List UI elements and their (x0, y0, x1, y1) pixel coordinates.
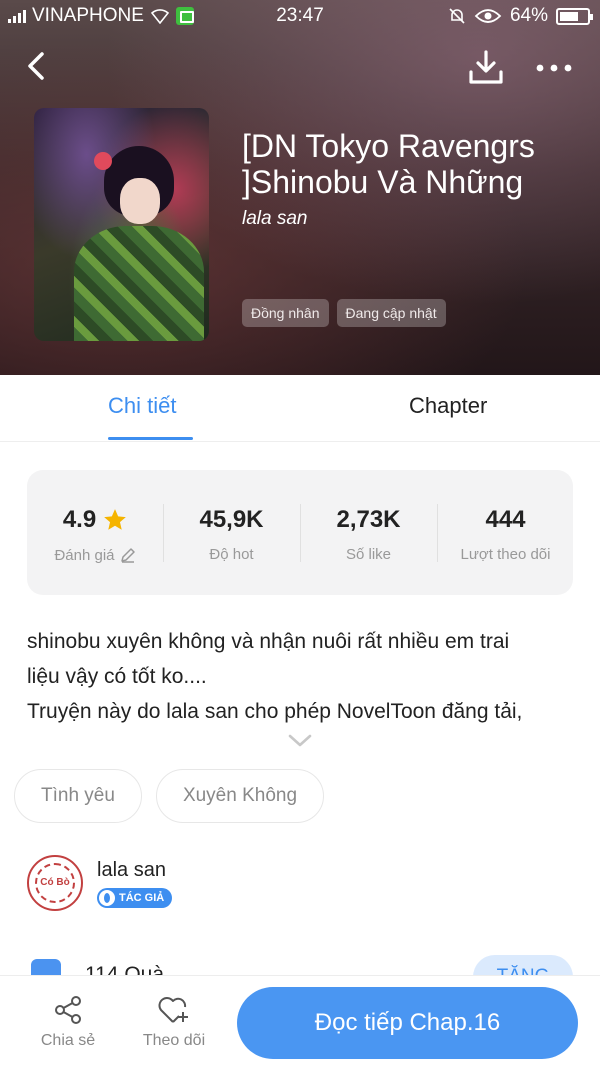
battery-icon (556, 7, 593, 25)
book-author[interactable]: lala san (242, 208, 308, 230)
likes-value: 2,73K (336, 506, 401, 533)
stat-likes: 2,73K Số like (300, 506, 437, 563)
tab-bar: Chi tiết Chapter (0, 375, 600, 442)
tag-fanfic: Đồng nhân (242, 299, 329, 327)
continue-reading-button[interactable]: Đọc tiếp Chap.16 (237, 987, 578, 1059)
avatar-stamp-text: Có Bò (40, 877, 70, 888)
book-title: [DN Tokyo Ravengrs ]Shinobu Và Những (242, 128, 535, 200)
pencil-icon[interactable] (119, 546, 137, 564)
follow-label: Theo dõi (142, 1032, 206, 1049)
tag-status: Đang cập nhật (336, 299, 446, 327)
eye-icon (474, 9, 502, 23)
author-name[interactable]: lala san (97, 859, 166, 882)
likes-label: Số like (345, 546, 392, 563)
stat-rating[interactable]: 4.9 Đánh giá (27, 506, 164, 564)
tab-details[interactable]: Chi tiết (108, 393, 176, 419)
back-chevron-icon[interactable] (22, 48, 52, 84)
genre-chips: Tình yêu Xuyên Không (14, 769, 325, 823)
follow-button[interactable]: Theo dõi (134, 994, 214, 1050)
tab-chapter[interactable]: Chapter (409, 393, 487, 419)
follows-label: Lượt theo dõi (460, 546, 551, 563)
share-label: Chia sẻ (40, 1032, 96, 1049)
description-line: liệu vậy có tốt ko.... (27, 665, 207, 688)
mute-bell-icon (449, 8, 465, 24)
book-header: VINAPHONE 23:47 64% [DN Tokyo Ravengrs ]… (0, 0, 600, 375)
author-avatar[interactable]: Có Bò (27, 855, 83, 911)
book-description[interactable]: shinobu xuyên không và nhận nuôi rất nhi… (27, 624, 582, 729)
genre-chip-romance[interactable]: Tình yêu (14, 769, 142, 823)
expand-chevron-icon[interactable] (287, 733, 313, 749)
bottom-action-bar: Chia sẻ Theo dõi Đọc tiếp Chap.16 (0, 975, 600, 1067)
rating-value: 4.9 (62, 506, 97, 533)
genre-chip-time-travel[interactable]: Xuyên Không (155, 769, 325, 823)
rating-label: Đánh giá (54, 546, 115, 564)
hot-label: Độ hot (209, 546, 254, 563)
more-dots-icon[interactable] (534, 56, 574, 80)
hot-value: 45,9K (199, 506, 264, 533)
star-icon (104, 509, 127, 530)
heart-plus-icon (158, 997, 188, 1023)
stats-card: 4.9 Đánh giá 45,9K Độ hot 2,73K Số like … (27, 470, 573, 595)
author-badge: TÁC GIẢ (97, 888, 173, 908)
stat-hot: 45,9K Độ hot (163, 506, 300, 563)
share-icon (55, 996, 81, 1024)
active-tab-indicator (108, 437, 193, 440)
book-cover-image[interactable] (34, 108, 209, 341)
book-tags: Đồng nhân Đang cập nhật (242, 299, 446, 327)
description-line: Truyện này do lala san cho phép NovelToo… (27, 700, 523, 723)
download-icon[interactable] (466, 48, 506, 88)
share-button[interactable]: Chia sẻ (28, 994, 108, 1050)
stat-follows: 444 Lượt theo dõi (437, 506, 574, 563)
author-row[interactable]: Có Bò lala san TÁC GIẢ (27, 855, 587, 915)
follows-value: 444 (485, 506, 526, 533)
description-line: shinobu xuyên không và nhận nuôi rất nhi… (27, 630, 510, 653)
status-bar: VINAPHONE 23:47 64% (0, 0, 600, 32)
battery-percent: 64% (509, 5, 548, 26)
